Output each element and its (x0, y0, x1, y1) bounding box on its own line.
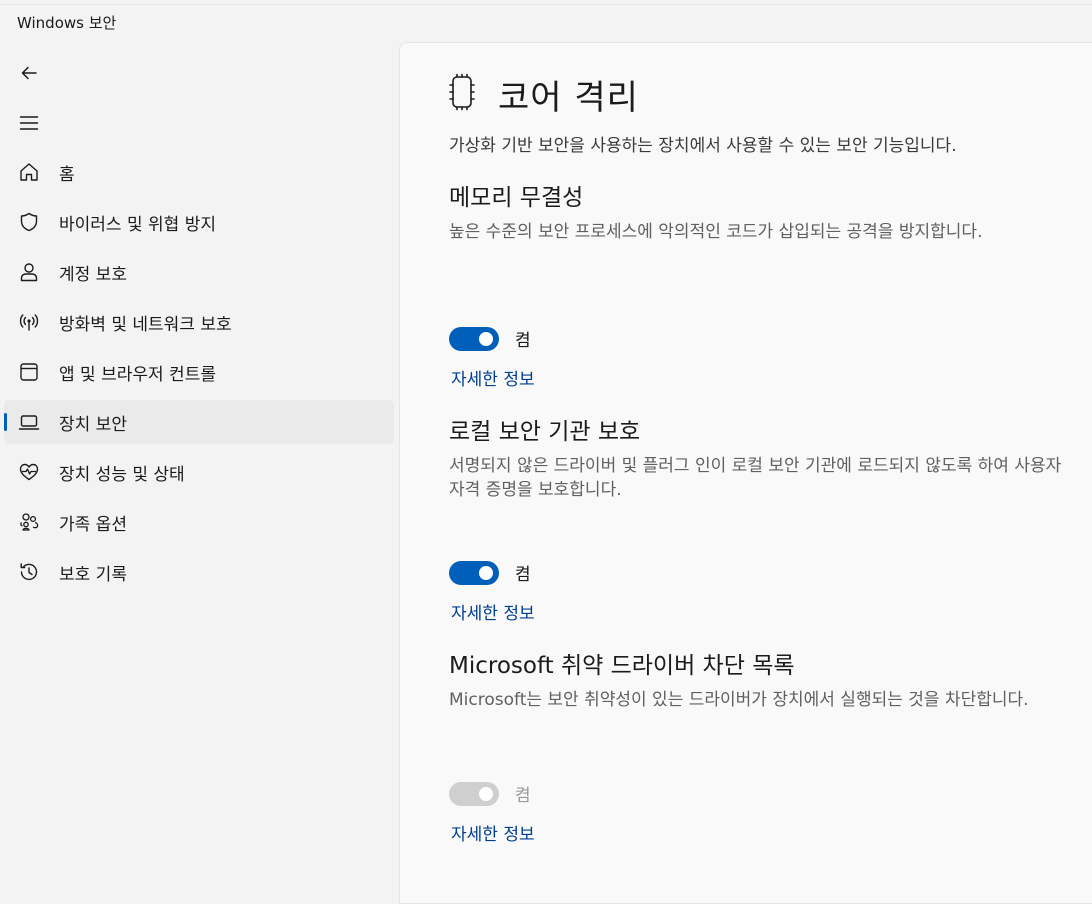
sidebar-item-label: 가족 옵션 (59, 514, 127, 535)
lsa-protection-learn-more-link[interactable]: 자세한 정보 (451, 599, 535, 624)
sidebar-item-label: 계정 보호 (59, 264, 127, 285)
core-isolation-chip-icon (449, 73, 475, 111)
page-title: 코어 격리 (498, 78, 639, 118)
toggle-knob (479, 565, 493, 580)
app-window-icon (17, 360, 41, 384)
sidebar-item-protection-history[interactable]: 보호 기록 (4, 550, 394, 594)
toggle-state-label: 켬 (515, 786, 531, 806)
toggle-knob (479, 786, 493, 801)
sidebar-item-virus-protection[interactable]: 바이러스 및 위협 방지 (4, 200, 394, 244)
sidebar-item-firewall[interactable]: 방화벽 및 네트워크 보호 (4, 300, 394, 344)
sidebar-item-label: 앱 및 브라우저 컨트롤 (59, 364, 216, 385)
memory-integrity-learn-more-link[interactable]: 자세한 정보 (451, 365, 535, 390)
history-icon (17, 560, 41, 584)
section-title: 메모리 무결성 (449, 185, 584, 211)
sidebar-item-family-options[interactable]: 가족 옵션 (4, 500, 394, 544)
menu-button[interactable] (12, 106, 46, 140)
top-edge-strip (0, 0, 1092, 5)
memory-integrity-toggle[interactable] (449, 326, 499, 351)
driver-blocklist-toggle[interactable] (449, 781, 499, 806)
lsa-protection-toggle-row: 켬 (449, 560, 531, 585)
back-arrow-icon (21, 66, 37, 80)
family-icon (17, 510, 41, 534)
sidebar-item-home[interactable]: 홈 (4, 150, 394, 194)
sidebar-item-label: 홈 (59, 164, 75, 185)
memory-integrity-toggle-row: 켬 (449, 326, 531, 351)
sidebar-item-device-security[interactable]: 장치 보안 (4, 400, 394, 444)
sidebar-item-label: 장치 보안 (59, 414, 127, 435)
home-icon (17, 160, 41, 184)
section-title: 로컬 보안 기관 보호 (449, 419, 641, 445)
driver-blocklist-learn-more-link[interactable]: 자세한 정보 (451, 820, 535, 845)
page-description: 가상화 기반 보안을 사용하는 장치에서 사용할 수 있는 보안 기능입니다. (449, 136, 957, 156)
sidebar-item-device-health[interactable]: 장치 성능 및 상태 (4, 450, 394, 494)
lsa-protection-toggle[interactable] (449, 560, 499, 585)
antenna-icon (17, 310, 41, 334)
sidebar-item-account-protection[interactable]: 계정 보호 (4, 250, 394, 294)
toggle-state-label: 켬 (515, 331, 531, 351)
back-button[interactable] (12, 56, 46, 90)
section-title: Microsoft 취약 드라이버 차단 목록 (449, 653, 795, 679)
heart-pulse-icon (17, 460, 41, 484)
toggle-state-label: 켬 (515, 565, 531, 585)
sidebar-nav: 홈 바이러스 및 위협 방지 계정 보호 방화벽 및 네트워크 보호 앱 및 브… (4, 150, 394, 600)
memory-integrity-section: 메모리 무결성 높은 수준의 보안 프로세스에 악의적인 코드가 삽입되는 공격… (449, 181, 1074, 244)
laptop-icon (17, 410, 41, 434)
lsa-protection-section: 로컬 보안 기관 보호 서명되지 않은 드라이버 및 플러그 인이 로컬 보안 … (449, 415, 1074, 502)
section-description: 서명되지 않은 드라이버 및 플러그 인이 로컬 보안 기관에 로드되지 않도록… (449, 456, 1062, 500)
vulnerable-driver-blocklist-section: Microsoft 취약 드라이버 차단 목록 Microsoft는 보안 취약… (449, 649, 1074, 712)
hamburger-menu-icon (19, 116, 39, 130)
shield-icon (17, 210, 41, 234)
sidebar-item-app-browser-control[interactable]: 앱 및 브라우저 컨트롤 (4, 350, 394, 394)
toggle-knob (479, 331, 493, 346)
sidebar-item-label: 방화벽 및 네트워크 보호 (59, 314, 232, 335)
app-title: Windows 보안 (17, 14, 117, 32)
section-description: 높은 수준의 보안 프로세스에 악의적인 코드가 삽입되는 공격을 방지합니다. (449, 222, 983, 242)
driver-blocklist-toggle-row: 켬 (449, 781, 531, 806)
person-icon (17, 260, 41, 284)
sidebar-item-label: 바이러스 및 위협 방지 (59, 214, 216, 235)
sidebar-item-label: 보호 기록 (59, 564, 127, 585)
section-description: Microsoft는 보안 취약성이 있는 드라이버가 장치에서 실행되는 것을… (449, 690, 1029, 710)
sidebar-item-label: 장치 성능 및 상태 (59, 464, 185, 485)
